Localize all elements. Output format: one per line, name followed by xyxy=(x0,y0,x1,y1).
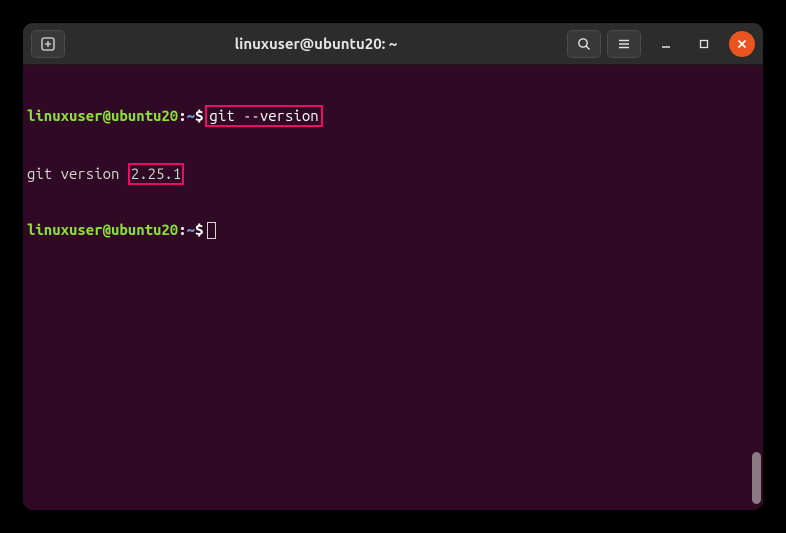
terminal-line-1: linuxuser@ubuntu20:~$ git --version xyxy=(27,105,759,127)
search-icon xyxy=(576,36,592,52)
prompt-path: ~ xyxy=(187,221,195,239)
window-title: linuxuser@ubuntu20: ~ xyxy=(71,35,561,52)
maximize-icon xyxy=(698,38,710,50)
command-text: git --version xyxy=(209,107,318,124)
highlight-version: 2.25.1 xyxy=(128,163,184,185)
prompt-symbol: $ xyxy=(195,221,203,239)
terminal-window: linuxuser@ubuntu20: ~ xyxy=(23,23,763,510)
prompt-user: linuxuser@ubuntu20 xyxy=(27,107,178,125)
terminal-line-2: git version 2.25.1 xyxy=(27,163,759,185)
prompt-path: ~ xyxy=(187,107,195,125)
prompt-separator: : xyxy=(178,221,186,239)
titlebar: linuxuser@ubuntu20: ~ xyxy=(23,23,763,65)
prompt-separator: : xyxy=(178,107,186,125)
cursor xyxy=(207,222,216,239)
maximize-button[interactable] xyxy=(691,31,717,57)
output-prefix: git version xyxy=(27,165,128,183)
new-tab-button[interactable] xyxy=(31,30,65,58)
terminal-body[interactable]: linuxuser@ubuntu20:~$ git --version git … xyxy=(23,65,763,510)
close-icon xyxy=(736,38,748,50)
close-button[interactable] xyxy=(729,31,755,57)
version-text: 2.25.1 xyxy=(131,165,181,182)
scrollbar-thumb[interactable] xyxy=(752,452,761,504)
minimize-button[interactable] xyxy=(653,31,679,57)
search-button[interactable] xyxy=(567,30,601,58)
new-tab-icon xyxy=(40,36,56,52)
terminal-line-3: linuxuser@ubuntu20:~$ xyxy=(27,221,759,239)
hamburger-icon xyxy=(616,36,632,52)
prompt-user: linuxuser@ubuntu20 xyxy=(27,221,178,239)
highlight-command: git --version xyxy=(205,105,322,127)
menu-button[interactable] xyxy=(607,30,641,58)
prompt-symbol: $ xyxy=(195,107,203,125)
minimize-icon xyxy=(660,38,672,50)
